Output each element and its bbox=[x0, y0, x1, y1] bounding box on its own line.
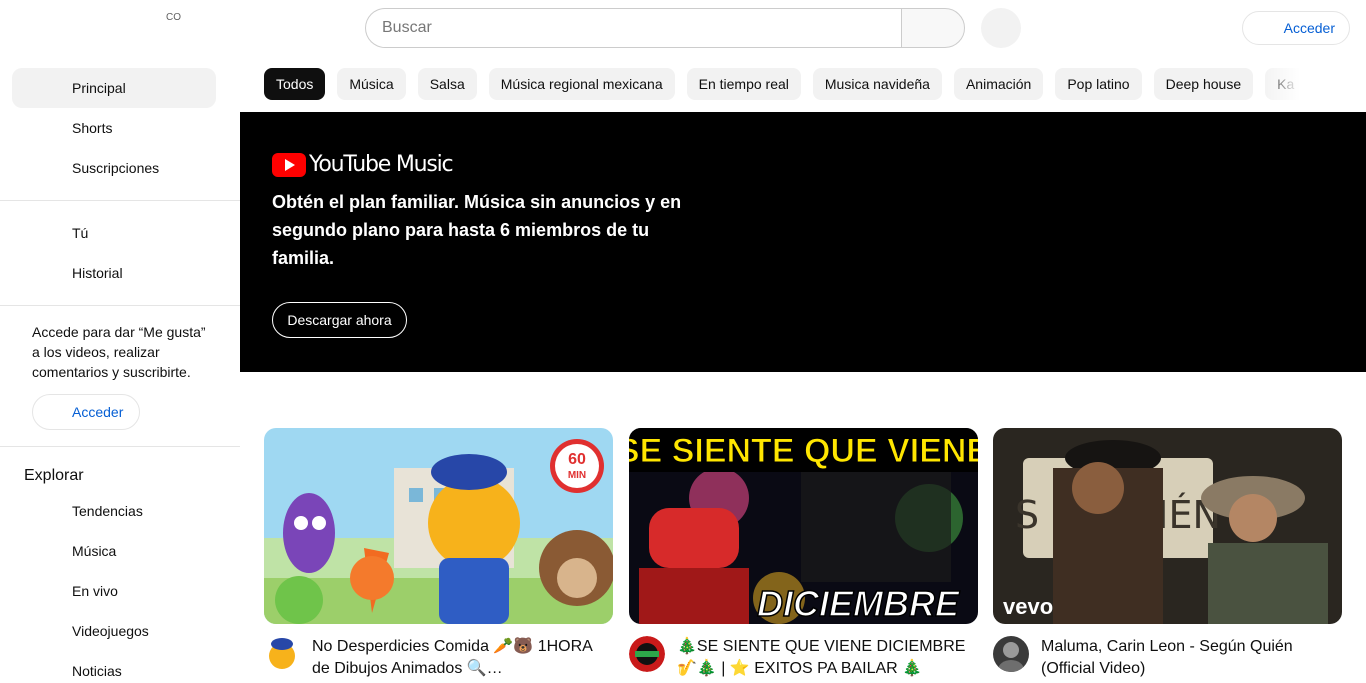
sidebar-item-principal[interactable]: Principal bbox=[12, 68, 216, 108]
thumbnail-bottom-text: DICIEMBRE bbox=[757, 583, 960, 624]
video-title[interactable]: 🎄SE SIENTE QUE VIENE DICIEMBRE 🎷🎄 | ⭐ EX… bbox=[677, 636, 967, 680]
chip-salsa[interactable]: Salsa bbox=[417, 68, 477, 100]
chip-todos[interactable]: Todos bbox=[264, 68, 326, 100]
chip-deep-house[interactable]: Deep house bbox=[1153, 68, 1254, 100]
sidebar-item-videojuegos[interactable]: Videojuegos bbox=[12, 611, 216, 651]
category-chips: Todos Música Salsa Música regional mexicana… bbox=[264, 68, 1304, 100]
sign-in-label: Acceder bbox=[1283, 20, 1335, 36]
sidebar-item-en-vivo[interactable]: En vivo bbox=[12, 571, 216, 611]
top-header: CO Acceder bbox=[0, 0, 1366, 56]
channel-avatar[interactable] bbox=[264, 636, 300, 672]
thumbnail-image: S QUIÉN vevo bbox=[993, 428, 1342, 624]
chip-musica-regional-mexicana[interactable]: Música regional mexicana bbox=[488, 68, 675, 100]
search-button[interactable] bbox=[901, 8, 965, 48]
video-card[interactable]: SE SIENTE QUE VIENE DICIEMBRE 🎄SE SIENTE… bbox=[629, 428, 978, 683]
video-meta: Maluma, Carin Leon - Según Quién (Offici… bbox=[993, 636, 1342, 683]
sidebar: Principal Shorts Suscripciones Tú Histor… bbox=[0, 56, 240, 683]
promo-banner: YouTube Music Obtén el plan familiar. Mú… bbox=[240, 112, 1366, 372]
thumbnail-image: SE SIENTE QUE VIENE DICIEMBRE bbox=[629, 428, 978, 624]
channel-avatar[interactable] bbox=[993, 636, 1029, 672]
logo-text: YouTube Music bbox=[309, 152, 454, 177]
sidebar-item-suscripciones[interactable]: Suscripciones bbox=[12, 148, 216, 188]
video-title[interactable]: No Desperdicies Comida 🥕🐻 1HORA de Dibuj… bbox=[312, 636, 602, 680]
signin-prompt: Accede para dar “Me gusta” a los videos,… bbox=[32, 324, 206, 380]
video-thumbnail[interactable]: 60 MIN bbox=[264, 428, 613, 624]
thumbnail-image: 60 MIN bbox=[264, 428, 613, 624]
sidebar-item-label: En vivo bbox=[72, 583, 118, 599]
video-thumbnail[interactable]: SE SIENTE QUE VIENE DICIEMBRE bbox=[629, 428, 978, 624]
chip-musica[interactable]: Música bbox=[337, 68, 406, 100]
sidebar-item-label: Música bbox=[72, 543, 117, 559]
chip-pop-latino[interactable]: Pop latino bbox=[1055, 68, 1142, 100]
chip-en-tiempo-real[interactable]: En tiempo real bbox=[686, 68, 801, 100]
sidebar-item-musica[interactable]: Música bbox=[12, 531, 216, 571]
sidebar-item-label: Noticias bbox=[72, 663, 122, 679]
sign-in-button[interactable]: Acceder bbox=[1242, 11, 1350, 45]
banner-text: Obtén el plan familiar. Música sin anunc… bbox=[272, 192, 682, 268]
sidebar-item-label: Videojuegos bbox=[72, 623, 149, 639]
sidebar-item-tu[interactable]: Tú bbox=[12, 213, 216, 253]
explore-heading: Explorar bbox=[24, 467, 84, 484]
search-bar bbox=[365, 8, 965, 48]
sidebar-item-label: Historial bbox=[72, 265, 123, 281]
sidebar-divider bbox=[0, 200, 240, 201]
sidebar-item-label: Tú bbox=[72, 225, 89, 241]
thumbnail-top-text: SE SIENTE QUE VIENE bbox=[629, 432, 978, 470]
sidebar-item-label: Shorts bbox=[72, 120, 113, 136]
sidebar-item-tendencias[interactable]: Tendencias bbox=[12, 491, 216, 531]
video-meta: 🎄SE SIENTE QUE VIENE DICIEMBRE 🎷🎄 | ⭐ EX… bbox=[629, 636, 978, 683]
chips-fade-overlay bbox=[1260, 68, 1310, 100]
download-button[interactable]: Descargar ahora bbox=[272, 302, 407, 338]
video-meta: No Desperdicies Comida 🥕🐻 1HORA de Dibuj… bbox=[264, 636, 613, 683]
sidebar-item-noticias[interactable]: Noticias bbox=[12, 651, 216, 683]
channel-avatar[interactable] bbox=[629, 636, 665, 672]
search-input[interactable] bbox=[365, 8, 901, 48]
play-icon bbox=[272, 152, 306, 177]
sidebar-item-historial[interactable]: Historial bbox=[12, 253, 216, 293]
sign-in-label: Acceder bbox=[72, 404, 124, 420]
video-card[interactable]: S QUIÉN vevo Maluma, Carin Leon - Según … bbox=[993, 428, 1342, 683]
sidebar-item-label: Principal bbox=[72, 80, 126, 96]
chip-animacion[interactable]: Animación bbox=[953, 68, 1044, 100]
sidebar-divider bbox=[0, 446, 240, 447]
video-title[interactable]: Maluma, Carin Leon - Según Quién (Offici… bbox=[1041, 636, 1331, 680]
country-code: CO bbox=[166, 12, 181, 23]
sidebar-item-label: Tendencias bbox=[72, 503, 143, 519]
youtube-music-logo: YouTube Music bbox=[272, 152, 454, 177]
chip-musica-navidena[interactable]: Musica navideña bbox=[812, 68, 942, 100]
duration-badge-number: 60 bbox=[568, 451, 586, 468]
vevo-logo: vevo bbox=[1003, 594, 1053, 619]
duration-badge-unit: MIN bbox=[568, 470, 586, 481]
sidebar-divider bbox=[0, 305, 240, 306]
sidebar-sign-in-button[interactable]: Acceder bbox=[32, 394, 140, 430]
video-card[interactable]: 60 MIN No Desperdicies Comida 🥕🐻 1HORA d… bbox=[264, 428, 613, 683]
sidebar-item-shorts[interactable]: Shorts bbox=[12, 108, 216, 148]
voice-search-button[interactable] bbox=[981, 8, 1021, 48]
video-thumbnail[interactable]: S QUIÉN vevo bbox=[993, 428, 1342, 624]
sidebar-item-label: Suscripciones bbox=[72, 160, 160, 176]
download-button-label: Descargar ahora bbox=[287, 312, 392, 328]
